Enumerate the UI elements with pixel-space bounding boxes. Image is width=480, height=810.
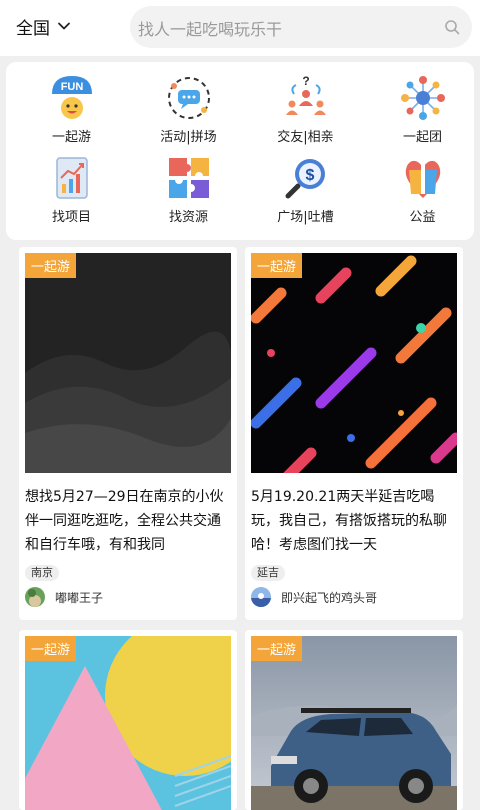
category-panel: FUN 一起游 活动|拼场 ? 交友|相亲 一起团 找项目 找资源 $ 广场|吐… <box>6 62 474 240</box>
top-bar: 全国 找人一起吃喝玩乐干 <box>0 0 480 56</box>
post-author[interactable]: 即兴起飞的鸡头哥 <box>251 587 377 607</box>
post-title: 想找5月27—29日在南京的小伙伴一同逛吃逛吃，全程公共交通和自行车哦，有和我同 <box>25 489 224 553</box>
region-label: 全国 <box>16 18 50 39</box>
category-label: 公益 <box>409 210 436 225</box>
people-question-icon: ? <box>285 74 326 115</box>
category-square[interactable]: $ 广场|吐槽 <box>247 154 364 225</box>
svg-text:$: $ <box>305 167 314 184</box>
category-label: 找资源 <box>168 210 208 225</box>
post-image[interactable]: 一起游 <box>25 253 231 473</box>
category-dating[interactable]: ? 交友|相亲 <box>247 74 364 145</box>
svg-text:?: ? <box>302 74 309 88</box>
post-title: 5月19.20.21两天半延吉吃喝玩，我自己，有搭饭搭玩的私聊哈！考虑图们找一天 <box>251 489 447 553</box>
category-label: 找项目 <box>51 210 91 225</box>
region-selector[interactable]: 全国 <box>16 12 72 40</box>
charity-hands-icon <box>405 160 440 198</box>
search-icon[interactable] <box>444 19 460 35</box>
post-tag: 一起游 <box>251 253 303 278</box>
post-image[interactable]: 一起游 <box>25 636 231 810</box>
category-projects[interactable]: 找项目 <box>13 154 130 225</box>
dark-waves-image <box>25 253 231 473</box>
category-label: 广场|吐槽 <box>277 210 334 225</box>
category-activity[interactable]: 活动|拼场 <box>130 74 247 145</box>
post-tag: 一起游 <box>25 636 77 661</box>
category-charity[interactable]: 公益 <box>364 154 480 225</box>
category-label: 交友|相亲 <box>277 130 334 145</box>
location-badge: 南京 <box>25 565 59 581</box>
location-badge: 延吉 <box>251 565 285 581</box>
search-input[interactable]: 找人一起吃喝玩乐干 <box>138 16 282 40</box>
author-name: 嘟嘟王子 <box>55 590 104 605</box>
post-card[interactable]: 一起游 <box>19 630 237 810</box>
post-card[interactable]: 一起游 想找5月27—29日在南京的小伙伴一同逛吃逛吃，全程公共交通和自行车哦，… <box>19 247 237 620</box>
avatar[interactable] <box>25 587 45 607</box>
category-label: 一起团 <box>402 130 442 145</box>
category-resources[interactable]: 找资源 <box>130 154 247 225</box>
neon-streaks-image <box>251 253 457 473</box>
post-card[interactable]: 一起游 5月19.20.21两天半延吉吃喝玩，我自己，有搭饭搭玩的私聊哈！考虑图… <box>245 247 463 620</box>
author-name: 即兴起飞的鸡头哥 <box>281 590 378 605</box>
search-bar[interactable]: 找人一起吃喝玩乐干 <box>130 6 472 48</box>
post-card[interactable]: 一起游 <box>245 630 463 810</box>
pastel-triangle-image <box>25 636 231 810</box>
category-label: 活动|拼场 <box>160 130 217 145</box>
post-author[interactable]: 嘟嘟王子 <box>25 587 103 607</box>
post-tag: 一起游 <box>25 253 77 278</box>
post-image[interactable]: 一起游 <box>251 636 457 810</box>
project-chart-icon <box>55 157 88 199</box>
chat-group-icon <box>167 77 210 119</box>
svg-text:FUN: FUN <box>60 81 83 93</box>
post-image[interactable]: 一起游 <box>251 253 457 473</box>
fun-balloon-icon: FUN <box>51 76 92 119</box>
money-search-icon: $ <box>285 159 325 199</box>
suv-photo-image <box>251 636 457 810</box>
chevron-down-icon <box>58 22 70 30</box>
category-group[interactable]: 一起团 <box>364 74 480 145</box>
post-tag: 一起游 <box>251 636 303 661</box>
category-label: 一起游 <box>51 130 91 145</box>
category-travel[interactable]: FUN 一起游 <box>13 74 130 145</box>
avatar[interactable] <box>251 587 271 607</box>
team-network-icon <box>400 76 445 120</box>
puzzle-icon <box>168 158 209 198</box>
